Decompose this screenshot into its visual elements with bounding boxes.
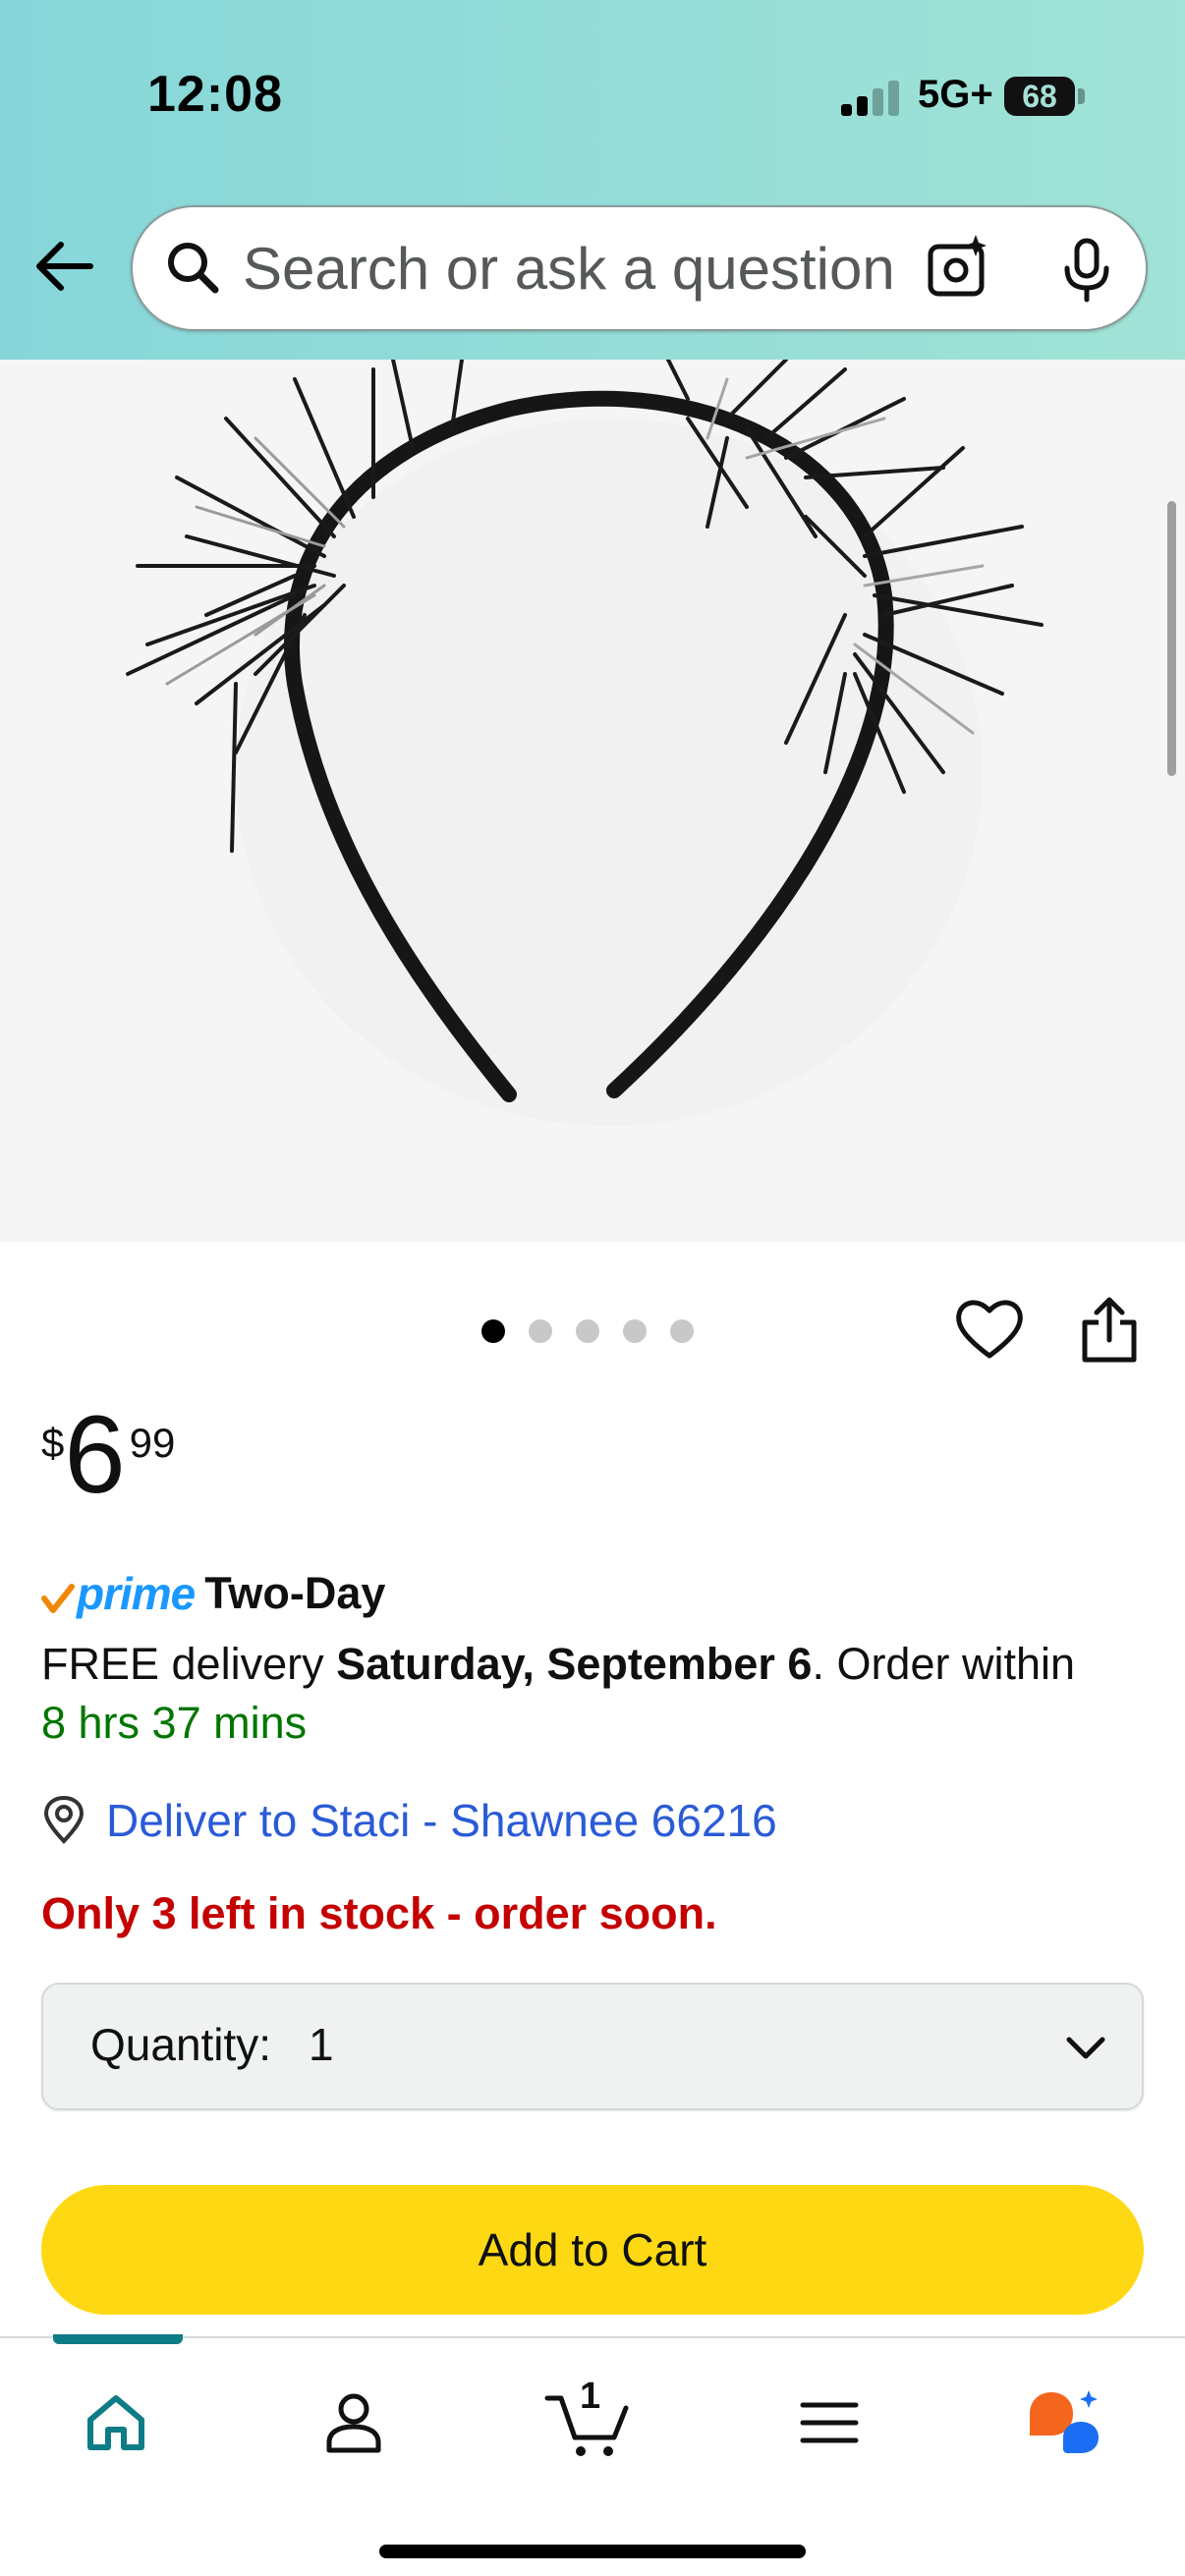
nav-menu[interactable] xyxy=(780,2374,878,2472)
home-icon xyxy=(87,2395,144,2450)
carousel-dot-3[interactable] xyxy=(576,1319,599,1343)
carousel-dot-1[interactable] xyxy=(481,1319,505,1343)
network-type: 5G+ xyxy=(918,73,993,116)
nav-rufus[interactable] xyxy=(1014,2374,1112,2472)
image-carousel-dots[interactable] xyxy=(481,1316,694,1346)
back-arrow-icon xyxy=(36,242,93,291)
nav-account[interactable] xyxy=(305,2374,403,2472)
product-price: $ 6 99 xyxy=(41,1400,175,1518)
prime-speed: Two-Day xyxy=(204,1568,386,1618)
prime-badge: prime Two-Day xyxy=(41,1564,385,1623)
quantity-value: 1 xyxy=(309,2019,334,2070)
battery-tip xyxy=(1078,88,1085,104)
cart-count-badge: 1 xyxy=(580,2376,601,2417)
location-pin-icon xyxy=(43,1796,85,1844)
carousel-dot-4[interactable] xyxy=(623,1319,647,1343)
delivery-info: FREE delivery Saturday, September 6. Ord… xyxy=(41,1635,1161,1753)
battery-level: 68 xyxy=(1022,79,1057,114)
price-fraction: 99 xyxy=(129,1420,176,1466)
deliver-to-address[interactable]: Deliver to Staci - Shawnee 66216 xyxy=(106,1794,777,1847)
stock-warning: Only 3 left in stock - order soon. xyxy=(41,1888,717,1938)
menu-icon xyxy=(800,2402,859,2443)
delivery-date: Saturday, September 6 xyxy=(336,1639,813,1689)
search-bar[interactable] xyxy=(131,205,1148,331)
bottom-navigation: 1 xyxy=(0,2334,1185,2576)
home-indicator-bar[interactable] xyxy=(379,2545,806,2558)
status-time: 12:08 xyxy=(147,66,283,123)
delivery-countdown: 8 hrs 37 mins xyxy=(41,1698,308,1748)
scroll-indicator[interactable] xyxy=(1167,501,1176,776)
delivery-suffix: . Order within xyxy=(812,1639,1076,1689)
nav-cart[interactable]: 1 xyxy=(538,2374,637,2472)
app-header: 12:08 5G+ 68 xyxy=(0,0,1185,360)
add-to-cart-button[interactable]: Add to Cart xyxy=(41,2185,1144,2315)
product-image[interactable] xyxy=(0,360,1185,1242)
quantity-selector[interactable]: Quantity: 1 xyxy=(41,1983,1144,2110)
wishlist-heart-icon[interactable] xyxy=(953,1295,1026,1364)
camera-lens-icon[interactable] xyxy=(919,229,997,308)
battery-icon: 68 xyxy=(1004,77,1075,116)
search-icon xyxy=(168,243,219,294)
status-bar: 12:08 5G+ 68 xyxy=(0,0,1185,187)
nav-home[interactable] xyxy=(67,2374,165,2472)
price-whole: 6 xyxy=(64,1393,126,1516)
microphone-icon[interactable] xyxy=(1052,235,1121,304)
prime-logo-text: prime xyxy=(77,1568,196,1619)
back-button[interactable] xyxy=(29,232,98,301)
prime-check-icon xyxy=(41,1584,75,1613)
active-tab-indicator xyxy=(53,2334,183,2344)
delivery-prefix: FREE delivery xyxy=(41,1639,337,1689)
rufus-icon xyxy=(1030,2390,1099,2453)
carousel-dot-5[interactable] xyxy=(670,1319,694,1343)
account-icon xyxy=(326,2393,381,2453)
quantity-label: Quantity: xyxy=(90,2019,272,2070)
carousel-dot-2[interactable] xyxy=(529,1319,552,1343)
cellular-signal-icon xyxy=(841,79,904,116)
price-symbol: $ xyxy=(41,1420,65,1466)
share-icon[interactable] xyxy=(1077,1295,1142,1366)
chevron-down-icon xyxy=(1066,2037,1105,2059)
deliver-to-link[interactable]: Deliver to Staci - Shawnee 66216 xyxy=(41,1788,777,1853)
headband-illustration xyxy=(126,360,1044,1126)
